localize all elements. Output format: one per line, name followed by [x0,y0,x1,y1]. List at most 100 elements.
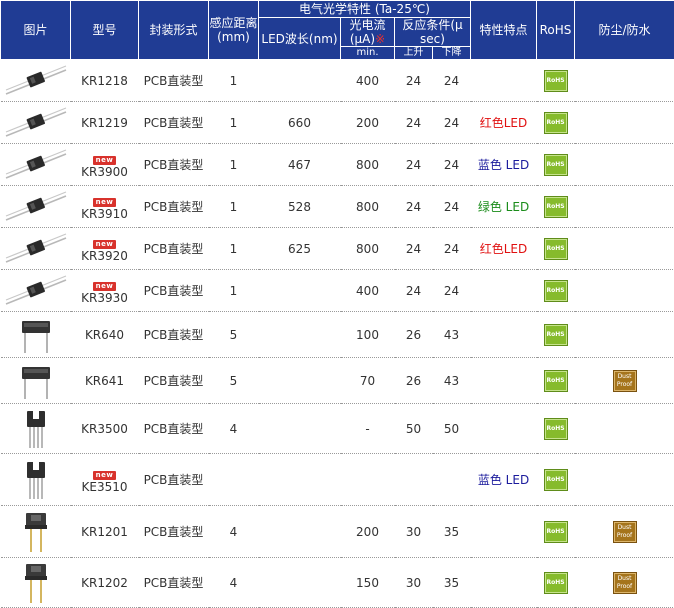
header-dustproof: 防尘/防水 [575,1,674,60]
photocurrent-cell: 70 [341,358,395,404]
model-number[interactable]: KR3910 [71,207,139,221]
feature-cell: 绿色 LED [471,186,537,228]
photocurrent-cell: 100 [341,312,395,358]
rohs-cell: RoHS [537,558,575,608]
package-cell: PCB直装型 [139,102,209,144]
new-badge: new [93,156,117,165]
model-number[interactable]: KR1202 [71,576,139,590]
header-fall: 下降 [433,47,471,60]
package-cell: PCB直装型 [139,404,209,454]
rohs-badge-icon: RoHS [544,370,568,392]
rohs-badge-icon: RoHS [544,572,568,594]
model-number[interactable]: KR3930 [71,291,139,305]
model-number[interactable]: KR3920 [71,249,139,263]
rohs-badge-icon: RoHS [544,469,568,491]
table-row: KR1219 PCB直装型 1 660 200 24 24 红色LED RoHS [1,102,674,144]
header-min: min. [341,47,395,60]
distance-cell: 5 [209,312,259,358]
product-image-cell [1,60,71,102]
model-cell: KR1219 [71,102,139,144]
product-image-cell [1,102,71,144]
feature-color-text: 蓝色 [478,158,506,172]
rise-cell: 30 [395,558,433,608]
wavelength-cell [259,358,341,404]
header-features: 特性特点 [471,1,537,60]
distance-cell: 4 [209,558,259,608]
distance-cell: 1 [209,102,259,144]
product-image-cell [1,312,71,358]
dust-proof-line2: Proof [617,532,632,539]
new-badge: new [93,240,117,249]
product-image-cell [1,558,71,608]
photo-interrupter-gold-lead-icon [21,561,51,605]
rohs-badge-icon: RoHS [544,112,568,134]
product-image-cell [1,186,71,228]
dust-proof-badge-icon: DustProof [613,572,637,594]
package-cell: PCB直装型 [139,270,209,312]
model-number[interactable]: KR1218 [71,74,139,88]
header-distance-label: 感应距离 [209,16,257,30]
rohs-cell: RoHS [537,270,575,312]
photo-interrupter-gold-lead-icon [21,510,51,554]
photo-sensor-long-lead-icon [4,190,68,224]
header-electro-optical: 电气光学特性 (Ta-25℃) [259,1,471,18]
fall-cell: 35 [433,506,471,558]
header-photocurrent: 光电流(μA)※ [341,18,395,47]
model-number[interactable]: KR640 [71,328,139,342]
dustproof-cell [575,454,674,506]
wavelength-cell [259,270,341,312]
feature-cell [471,60,537,102]
rise-cell: 30 [395,506,433,558]
model-cell: new KR3920 [71,228,139,270]
fall-cell: 24 [433,144,471,186]
feature-text: 红色LED [480,116,528,130]
rise-cell: 24 [395,228,433,270]
distance-cell [209,454,259,506]
model-number[interactable]: KR1219 [71,116,139,130]
model-number[interactable]: KR3500 [71,422,139,436]
model-cell: new KE3510 [71,454,139,506]
fall-cell: 50 [433,404,471,454]
rohs-cell: RoHS [537,102,575,144]
distance-cell: 1 [209,228,259,270]
photocurrent-cell: 200 [341,102,395,144]
dustproof-cell [575,102,674,144]
header-photocurrent-star: ※ [375,32,385,46]
header-image: 图片 [1,1,71,60]
dustproof-cell [575,270,674,312]
feature-text: 红色LED [480,242,528,256]
product-image-cell [1,506,71,558]
feature-cell: 红色LED [471,228,537,270]
rise-cell: 24 [395,102,433,144]
package-cell: PCB直装型 [139,186,209,228]
fall-cell: 24 [433,228,471,270]
dustproof-cell: DustProof [575,358,674,404]
feature-led-text: LED [506,473,530,487]
wavelength-cell: 528 [259,186,341,228]
rohs-badge-icon: RoHS [544,70,568,92]
fall-cell: 35 [433,558,471,608]
feature-led-text: LED [506,200,530,214]
model-cell: KR3500 [71,404,139,454]
dust-proof-badge-icon: DustProof [613,521,637,543]
feature-cell [471,558,537,608]
model-number[interactable]: KR3900 [71,165,139,179]
photo-sensor-long-lead-icon [4,148,68,182]
model-number[interactable]: KR1201 [71,525,139,539]
dustproof-cell: DustProof [575,506,674,558]
model-cell: new KR3930 [71,270,139,312]
model-number[interactable]: KE3510 [71,480,139,494]
photocurrent-cell [341,454,395,506]
photo-interrupter-icon [21,408,51,450]
package-cell: PCB直装型 [139,144,209,186]
wavelength-cell: 660 [259,102,341,144]
model-number[interactable]: KR641 [71,374,139,388]
dustproof-cell [575,186,674,228]
rohs-badge-icon: RoHS [544,154,568,176]
fall-cell: 43 [433,358,471,404]
product-image-cell [1,144,71,186]
dust-proof-line1: Dust [618,373,632,380]
distance-cell: 4 [209,506,259,558]
rohs-cell: RoHS [537,186,575,228]
rohs-badge-icon: RoHS [544,238,568,260]
